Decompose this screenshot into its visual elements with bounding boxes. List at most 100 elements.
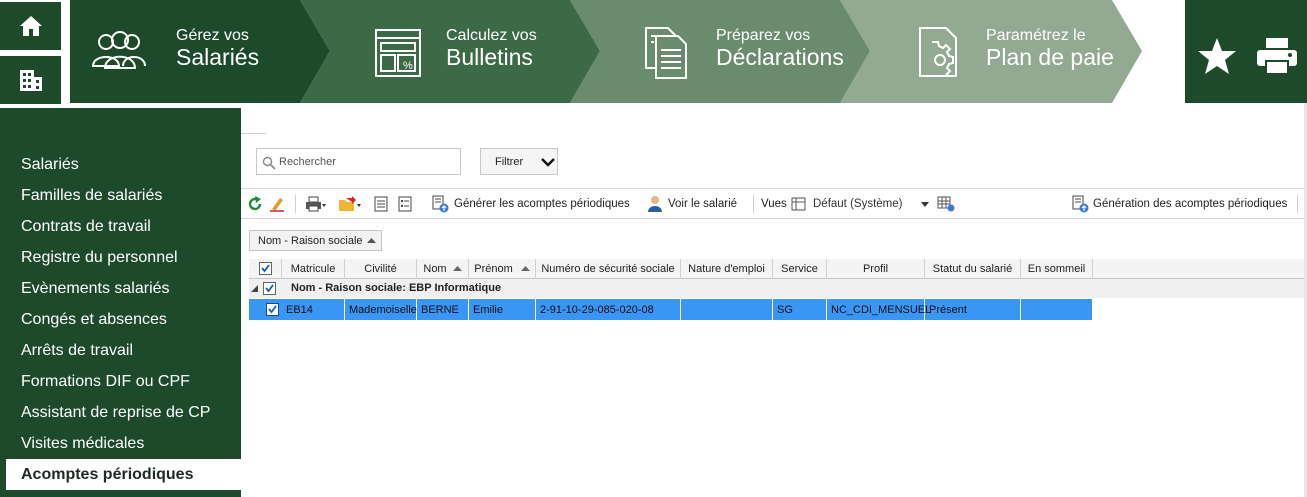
sidebar-item-salaries[interactable]: Salariés [21, 156, 79, 174]
collapse-icon[interactable] [251, 285, 258, 292]
step-plan-de-paie[interactable]: Paramétrez le Plan de paie [840, 0, 1140, 103]
group-by-chip-label: Nom - Raison sociale [258, 235, 363, 247]
documents-icon [645, 27, 687, 79]
generate-acomptes-button[interactable]: Générer les acomptes périodiques [431, 189, 630, 219]
employees-grid: Matricule Civilité Nom Prénom Numéro de … [249, 259, 1304, 497]
chevron-down-icon [541, 158, 555, 167]
table-row[interactable]: EB14 Mademoiselle BERNE Emilie 2-91-10-2… [249, 299, 1093, 320]
company-button[interactable] [0, 56, 61, 104]
step-plan-small: Paramétrez le [986, 27, 1086, 44]
cell-statut: Présent [925, 299, 1021, 320]
column-header-sommeil[interactable]: En sommeil [1021, 259, 1093, 279]
search-input[interactable]: Rechercher [256, 148, 461, 175]
filter-dropdown[interactable]: Filtrer [480, 148, 558, 175]
print-menu-button[interactable] [305, 189, 327, 219]
column-settings-button[interactable] [937, 189, 955, 219]
cell-secu: 2-91-10-29-085-020-08 [536, 299, 681, 320]
column-header-profil[interactable]: Profil [827, 259, 925, 279]
toolbar-separator [1297, 195, 1298, 213]
folder-export-icon [339, 196, 361, 211]
filter-label: Filtrer [495, 156, 524, 168]
views-dropdown[interactable]: Défaut (Système) [791, 189, 931, 219]
generation-acomptes-label: Génération des acomptes périodiques [1093, 198, 1288, 210]
column-header-nature-emploi[interactable]: Nature d'emploi [681, 259, 773, 279]
column-header-secu[interactable]: Numéro de sécurité sociale [536, 259, 681, 279]
sidebar-item-formations[interactable]: Formations DIF ou CPF [21, 373, 190, 391]
column-header-empty [1093, 259, 1304, 279]
sidebar-item-contrats[interactable]: Contrats de travail [21, 218, 151, 236]
step-salaries-big: Salariés [176, 44, 260, 70]
step-bulletins-small: Calculez vos [446, 27, 537, 44]
sidebar-item-arrets[interactable]: Arrêts de travail [21, 342, 133, 360]
search-placeholder: Rechercher [279, 156, 336, 168]
group-checkbox[interactable] [263, 282, 276, 295]
toolbar-separator [295, 195, 296, 213]
export-menu-button[interactable] [338, 189, 362, 219]
select-all-header[interactable] [249, 259, 282, 279]
column-header-matricule[interactable]: Matricule [282, 259, 345, 279]
step-salaries-small: Gérez vos [176, 27, 249, 44]
sidebar: Salariés Familles de salariés Contrats d… [0, 108, 241, 497]
view-employee-button[interactable]: Voir le salarié [647, 189, 737, 219]
settings-document-icon [919, 27, 957, 77]
document-icon [374, 196, 388, 212]
column-header-civilite[interactable]: Civilité [345, 259, 417, 279]
sidebar-item-reprise-cp[interactable]: Assistant de reprise de CP [21, 404, 210, 422]
home-button[interactable] [0, 2, 61, 50]
star-icon[interactable] [1197, 37, 1237, 75]
print-icon[interactable] [1256, 37, 1298, 75]
select-all-checkbox[interactable] [258, 262, 272, 275]
building-icon [19, 70, 42, 91]
generate-icon [1072, 195, 1089, 213]
sidebar-item-evenements[interactable]: Evènements salariés [21, 280, 170, 298]
column-header-prenom-label: Prénom [474, 262, 513, 275]
list-button[interactable] [398, 189, 412, 219]
refresh-icon [248, 196, 262, 211]
grid-settings-icon [937, 196, 955, 212]
cell-sommeil [1021, 299, 1093, 320]
edit-button[interactable] [269, 189, 285, 219]
group-row-label: Nom - Raison sociale: EBP Informatique [291, 282, 502, 294]
step-declarations[interactable]: Préparez vos Déclarations [570, 0, 844, 103]
chevron-down-icon [921, 202, 929, 207]
toolbar: Générer les acomptes périodiques Voir le… [241, 188, 1304, 219]
toolbar-separator [753, 195, 754, 213]
cell-nature-emploi [681, 299, 773, 320]
view-employee-label: Voir le salarié [668, 198, 738, 210]
payslip-icon: % [375, 29, 421, 77]
column-header-nom-label: Nom [423, 262, 447, 275]
step-salaries[interactable]: Gérez vos Salariés [70, 0, 330, 103]
generation-acomptes-button[interactable]: Génération des acomptes périodiques [1071, 189, 1287, 219]
column-header-statut[interactable]: Statut du salarié [925, 259, 1021, 279]
check-icon [268, 305, 277, 314]
sidebar-item-visites[interactable]: Visites médicales [21, 435, 144, 453]
sidebar-item-registre[interactable]: Registre du personnel [21, 249, 178, 267]
home-icon [19, 16, 42, 36]
row-checkbox[interactable] [266, 303, 279, 316]
check-icon [260, 264, 270, 273]
step-bulletins[interactable]: % Calculez vos Bulletins [300, 0, 570, 103]
views-label-text: Vues [761, 198, 787, 210]
refresh-button[interactable] [247, 189, 263, 219]
cell-matricule: EB14 [282, 299, 345, 320]
svg-text:%: % [403, 60, 413, 72]
document-button[interactable] [374, 189, 388, 219]
printer-icon [306, 196, 326, 212]
step-declarations-big: Déclarations [716, 44, 844, 70]
column-header-nom[interactable]: Nom [417, 259, 469, 279]
generate-icon [432, 195, 449, 213]
group-by-chip[interactable]: Nom - Raison sociale [249, 230, 382, 251]
sort-up-icon [452, 266, 462, 271]
sidebar-item-acomptes[interactable]: Acomptes périodiques [6, 459, 241, 490]
cell-prenom: Emilie [469, 299, 536, 320]
group-row[interactable]: Nom - Raison sociale: EBP Informatique [249, 279, 1304, 298]
sidebar-item-familles[interactable]: Familles de salariés [21, 187, 162, 205]
sort-up-icon [367, 238, 376, 243]
step-bulletins-big: Bulletins [446, 44, 533, 70]
column-header-prenom[interactable]: Prénom [469, 259, 536, 279]
sidebar-item-conges[interactable]: Congés et absences [21, 311, 167, 329]
column-header-service[interactable]: Service [773, 259, 827, 279]
cell-civilite: Mademoiselle [345, 299, 417, 320]
sidebar-item-acomptes-label: Acomptes périodiques [21, 466, 194, 483]
views-label: Vues [761, 189, 787, 219]
